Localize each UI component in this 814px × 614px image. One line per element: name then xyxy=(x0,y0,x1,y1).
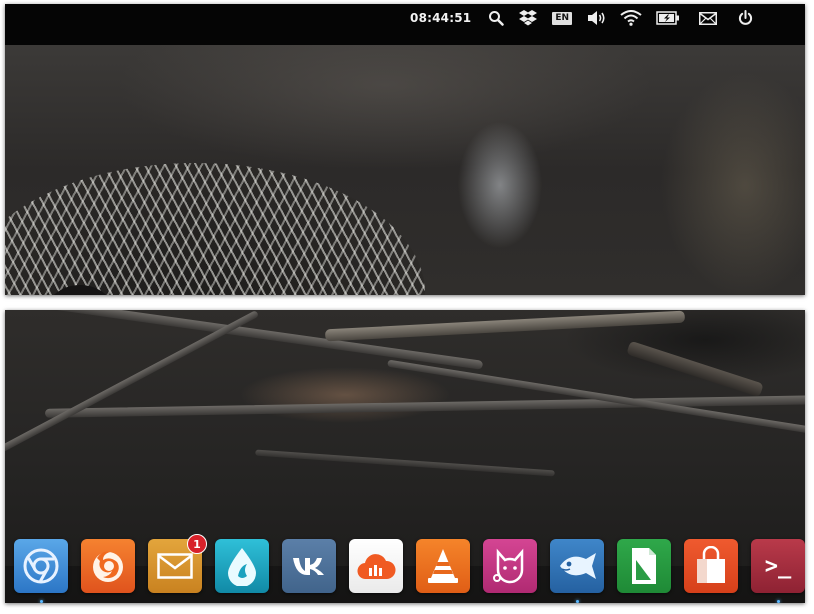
terminal-prompt-glyph: >_ xyxy=(764,553,792,579)
dock: 1 >_ xyxy=(5,534,805,603)
mail-app-icon[interactable]: 1 xyxy=(148,534,207,593)
running-indicator xyxy=(40,600,43,603)
twig xyxy=(324,310,686,342)
fish-app-icon[interactable] xyxy=(550,539,604,593)
wifi-icon[interactable] xyxy=(620,8,642,28)
terminal-icon[interactable]: >_ xyxy=(751,539,805,593)
wallpaper-hedgehog xyxy=(5,45,805,295)
system-tray: 08:44:51 EN xyxy=(410,4,805,32)
clock[interactable]: 08:44:51 xyxy=(410,11,471,25)
desktop-top-screen: 08:44:51 EN xyxy=(5,4,805,295)
cat-app-icon[interactable] xyxy=(483,539,537,593)
volume-icon[interactable] xyxy=(587,8,607,28)
vk-icon[interactable] xyxy=(282,539,336,593)
running-indicator xyxy=(576,600,579,603)
chromium-icon[interactable] xyxy=(14,539,68,593)
unread-badge: 1 xyxy=(187,534,207,554)
twig xyxy=(255,449,555,477)
cloud-music-icon[interactable] xyxy=(349,539,403,593)
running-indicator xyxy=(777,600,780,603)
mail-icon[interactable] xyxy=(698,8,718,28)
desktop-bottom-screen: 1 >_ xyxy=(5,310,805,603)
vlc-icon[interactable] xyxy=(416,539,470,593)
twig xyxy=(5,310,260,458)
shopping-bag-icon[interactable] xyxy=(684,539,738,593)
search-icon[interactable] xyxy=(486,8,506,28)
firefox-icon[interactable] xyxy=(81,539,135,593)
battery-icon[interactable] xyxy=(656,8,680,28)
power-icon[interactable] xyxy=(737,8,753,28)
hedgehog-spines xyxy=(5,163,425,295)
libreoffice-icon[interactable] xyxy=(617,539,671,593)
water-drop-icon[interactable] xyxy=(215,539,269,593)
twig xyxy=(626,340,764,398)
language-indicator: EN xyxy=(552,11,572,25)
dropbox-icon[interactable] xyxy=(518,8,538,28)
top-panel: 08:44:51 EN xyxy=(5,4,805,45)
keyboard-layout-icon[interactable]: EN xyxy=(552,8,572,28)
